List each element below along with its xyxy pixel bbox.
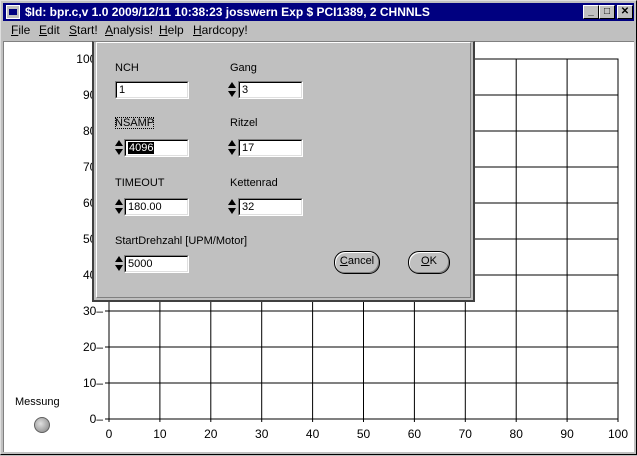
- start-rpm-field[interactable]: 5000: [124, 255, 189, 273]
- y-tick-label: 20–: [83, 340, 103, 354]
- timeout-label: TIMEOUT: [115, 177, 165, 189]
- timeout-field[interactable]: 180.00: [124, 198, 189, 216]
- x-tick-label: 20: [204, 427, 218, 441]
- main-window: $Id: bpr.c,v 1.0 2009/12/11 10:38:23 jos…: [0, 0, 637, 455]
- start-rpm-spinner[interactable]: [115, 255, 123, 273]
- nsamp-value: 4096: [128, 142, 155, 154]
- ritzel-spinner[interactable]: [228, 139, 236, 157]
- kettenrad-label: Kettenrad: [230, 177, 278, 189]
- nch-field[interactable]: 1: [115, 81, 189, 99]
- x-tick-label: 30: [255, 427, 269, 441]
- ok-button[interactable]: OK: [408, 251, 450, 274]
- messung-label: Messung: [15, 396, 60, 408]
- kettenrad-spinner[interactable]: [228, 198, 236, 216]
- ritzel-field[interactable]: 17: [238, 139, 303, 157]
- nch-label: NCH: [115, 62, 139, 74]
- x-tick-label: 100: [608, 427, 628, 441]
- nsamp-spinner[interactable]: [115, 139, 123, 157]
- x-tick-label: 90: [560, 427, 574, 441]
- nsamp-field[interactable]: 4096: [124, 139, 189, 157]
- gang-field[interactable]: 3: [238, 81, 303, 99]
- led-icon: [34, 417, 50, 433]
- start-rpm-label: StartDrehzahl [UPM/Motor]: [115, 235, 248, 247]
- gang-label: Gang: [230, 62, 257, 74]
- x-tick-label: 40: [306, 427, 320, 441]
- x-tick-label: 60: [408, 427, 422, 441]
- nsamp-label: NSAMP: [115, 117, 155, 129]
- ritzel-label: Ritzel: [230, 117, 258, 129]
- settings-dialog: NCH 1 Gang 3 NSAMP 4096 Ritzel 17 TIMEOU…: [92, 41, 475, 302]
- x-tick-label: 0: [106, 427, 113, 441]
- y-tick-label: 30–: [83, 304, 103, 318]
- cancel-button[interactable]: Cancel: [334, 251, 380, 274]
- kettenrad-field[interactable]: 32: [238, 198, 303, 216]
- x-tick-label: 50: [357, 427, 371, 441]
- gang-spinner[interactable]: [228, 81, 236, 99]
- x-tick-label: 80: [510, 427, 524, 441]
- timeout-spinner[interactable]: [115, 198, 123, 216]
- x-tick-label: 10: [153, 427, 167, 441]
- y-tick-label: 0–: [90, 412, 104, 426]
- y-tick-label: 10–: [83, 376, 103, 390]
- x-tick-label: 70: [459, 427, 473, 441]
